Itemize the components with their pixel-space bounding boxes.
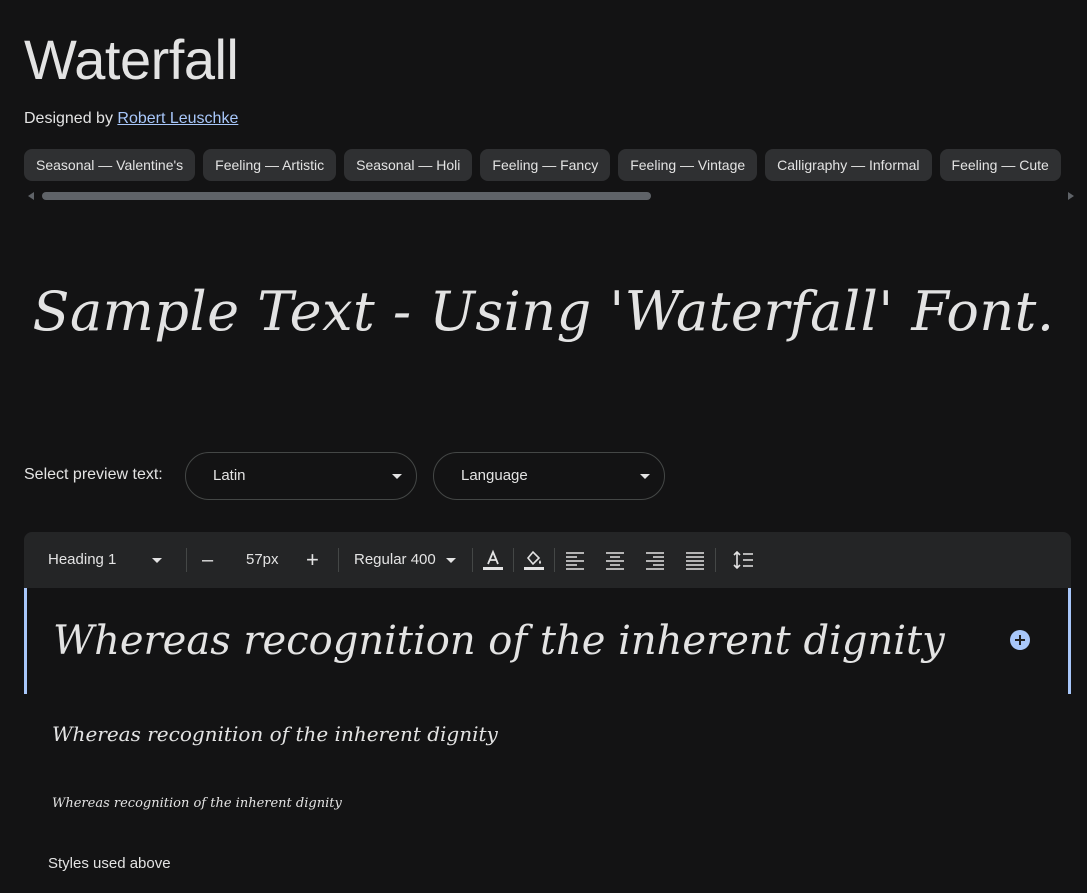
designer-line: Designed by Robert Leuschke (24, 110, 238, 128)
font-weight-dropdown[interactable]: Regular 400 (354, 532, 462, 588)
align-center-icon[interactable] (603, 548, 627, 572)
line-height-icon[interactable] (732, 548, 756, 572)
scroll-right-arrow-icon[interactable] (1068, 192, 1074, 200)
tag-scrollbar[interactable] (24, 190, 1074, 202)
chevron-down-icon (640, 474, 650, 479)
chevron-down-icon (392, 474, 402, 479)
chevron-down-icon (446, 558, 456, 563)
font-size-value[interactable]: 57px (246, 532, 279, 588)
toolbar-divider (715, 548, 716, 572)
tag-chip[interactable]: Seasonal — Valentine's (24, 149, 196, 181)
editor-toolbar: Heading 1 – 57px + Regular 400 (24, 532, 1071, 588)
align-right-icon[interactable] (643, 548, 667, 572)
preview-row-text[interactable]: Whereas recognition of the inherent dign… (53, 618, 945, 664)
font-title: Waterfall (24, 28, 239, 91)
tag-chip[interactable]: Seasonal — Holi (344, 149, 473, 181)
sample-text: Sample Text - Using 'Waterfall' Font. (32, 280, 1055, 343)
text-style-dropdown[interactable]: Heading 1 (48, 532, 164, 588)
designer-link[interactable]: Robert Leuschke (117, 110, 238, 127)
toolbar-divider (472, 548, 473, 572)
styles-used-heading: Styles used above (48, 855, 171, 872)
preview-row-small[interactable]: Whereas recognition of the inherent dign… (24, 796, 1071, 818)
preview-row-medium[interactable]: Whereas recognition of the inherent dign… (24, 722, 1071, 752)
align-justify-icon[interactable] (683, 548, 707, 572)
scroll-left-arrow-icon[interactable] (28, 192, 34, 200)
toolbar-divider (338, 548, 339, 572)
tag-list: Seasonal — Valentine's Feeling — Artistic… (24, 149, 1087, 181)
increase-size-button[interactable]: + (306, 532, 319, 588)
script-select-value: Latin (213, 467, 246, 484)
font-weight-value: Regular 400 (354, 551, 436, 568)
add-style-icon[interactable] (1010, 630, 1030, 650)
highlight-color-icon[interactable] (522, 548, 546, 572)
align-left-icon[interactable] (563, 548, 587, 572)
decrease-size-button[interactable]: – (202, 532, 213, 588)
chevron-down-icon (152, 558, 162, 563)
tag-chip[interactable]: Calligraphy — Informal (765, 149, 932, 181)
tag-chip[interactable]: Feeling — Artistic (203, 149, 337, 181)
scrollbar-thumb[interactable] (42, 192, 651, 200)
tag-chip[interactable]: Feeling — Cute (939, 149, 1061, 181)
language-select-value: Language (461, 467, 528, 484)
text-color-icon[interactable] (481, 548, 505, 572)
designed-by-label: Designed by (24, 110, 118, 127)
toolbar-divider (554, 548, 555, 572)
preview-text-label: Select preview text: (24, 466, 163, 483)
toolbar-divider (513, 548, 514, 572)
text-style-value: Heading 1 (48, 551, 117, 568)
preview-row-text[interactable]: Whereas recognition of the inherent dign… (52, 796, 342, 811)
language-select[interactable]: Language (433, 452, 665, 500)
tag-chip[interactable]: Feeling — Fancy (480, 149, 611, 181)
preview-row-heading[interactable]: Whereas recognition of the inherent dign… (24, 588, 1071, 694)
script-select[interactable]: Latin (185, 452, 417, 500)
preview-row-text[interactable]: Whereas recognition of the inherent dign… (52, 722, 498, 746)
toolbar-divider (186, 548, 187, 572)
tag-chip[interactable]: Feeling — Vintage (618, 149, 758, 181)
